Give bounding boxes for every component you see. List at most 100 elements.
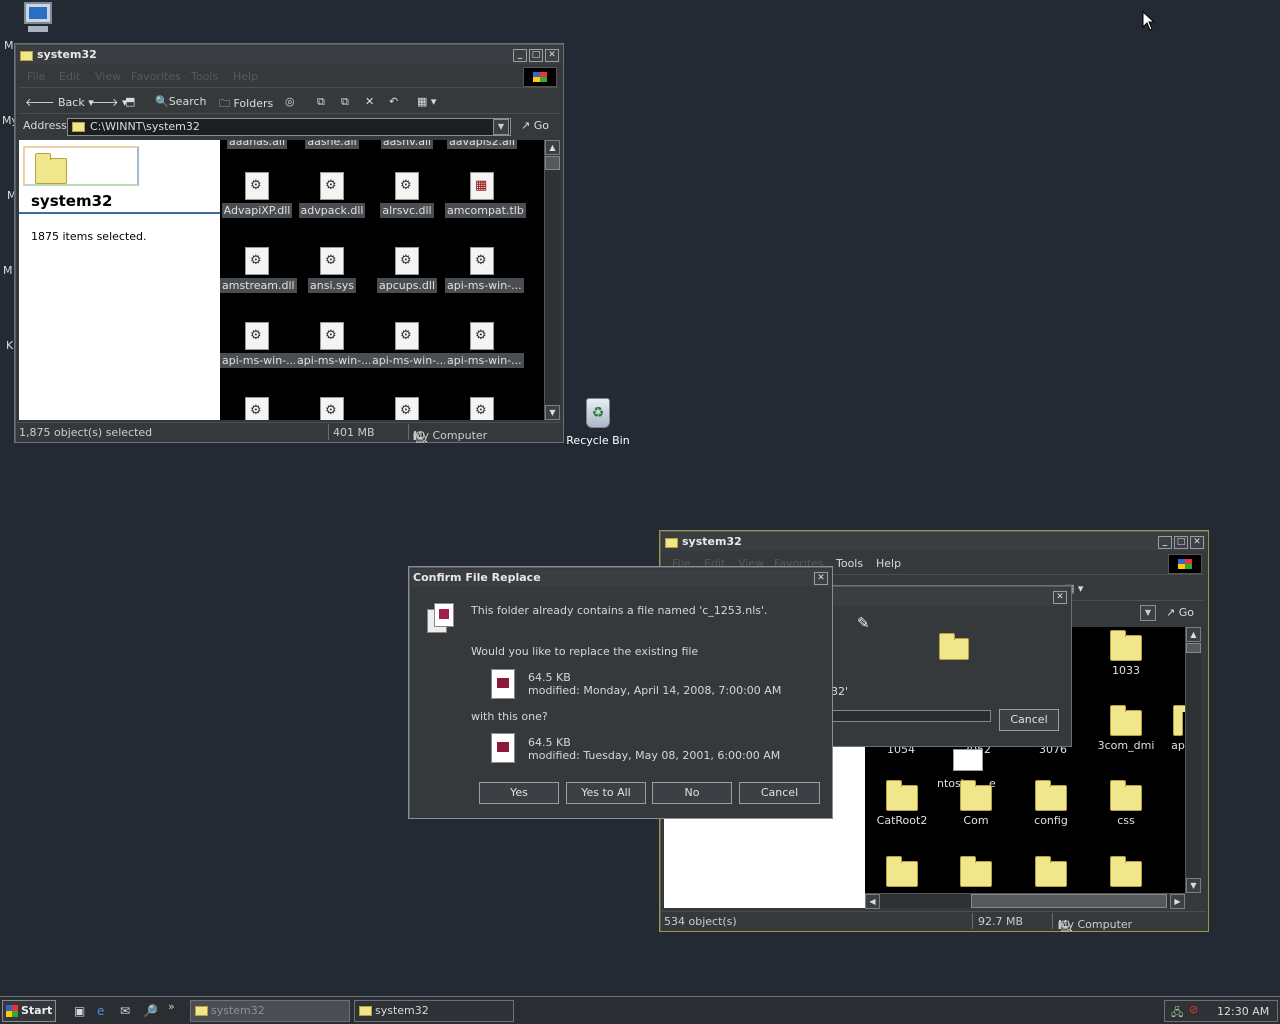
up-folder-button[interactable]: ⬒ <box>125 95 135 108</box>
undo-button[interactable]: ↶ <box>389 95 398 108</box>
file-item[interactable]: alrsvc.dll <box>370 172 444 218</box>
scroll-down-button[interactable]: ▼ <box>1186 878 1201 893</box>
yes-button[interactable]: Yes <box>479 782 559 804</box>
address-dropdown-button[interactable]: ▼ <box>1140 605 1156 621</box>
menu-view[interactable]: View <box>95 70 121 83</box>
folder-icon <box>960 780 992 811</box>
scroll-thumb[interactable] <box>545 156 560 170</box>
scroll-up-button[interactable]: ▲ <box>1186 627 1201 642</box>
outlook-express-icon[interactable]: ✉ <box>120 1004 136 1018</box>
folder-item[interactable] <box>939 856 1013 890</box>
close-button[interactable]: ✕ <box>1190 536 1204 549</box>
file-item[interactable]: api-ms-win-... <box>370 322 449 368</box>
file-item[interactable]: amcompat.tlb <box>445 172 526 218</box>
folder-item[interactable] <box>865 856 939 890</box>
scroll-left-button[interactable]: ◀ <box>865 894 880 909</box>
file-item[interactable]: api-ms-win-... <box>220 322 299 368</box>
window-title-bar[interactable]: system32 _ □ ✕ <box>17 46 561 64</box>
menu-help[interactable]: Help <box>876 557 901 570</box>
folder-item[interactable]: Com <box>939 780 1013 827</box>
network-tray-icon[interactable]: 🖧 <box>1171 1004 1183 1023</box>
folder-icon <box>1035 780 1067 811</box>
file-item[interactable]: api-ms-win-... <box>295 322 374 368</box>
folder-icon <box>72 122 85 132</box>
close-button[interactable]: ✕ <box>1053 591 1067 604</box>
folder-item[interactable] <box>1014 856 1088 890</box>
folder-item[interactable]: 1033 <box>1089 630 1163 677</box>
folder-item[interactable]: ap <box>1163 705 1185 752</box>
folder-item[interactable]: css <box>1089 780 1163 827</box>
cancel-button[interactable]: Cancel <box>739 782 820 804</box>
move-to-button[interactable]: ⧉ <box>317 95 325 109</box>
file-item[interactable] <box>445 397 519 420</box>
my-computer-desktop-icon[interactable] <box>22 2 54 34</box>
scroll-thumb[interactable] <box>1186 643 1201 653</box>
menu-file[interactable]: File <box>27 70 45 83</box>
menu-favorites[interactable]: Favorites <box>131 70 181 83</box>
close-button[interactable]: ✕ <box>814 572 828 585</box>
address-input[interactable]: C:\WINNT\system32 <box>67 118 511 136</box>
file-item[interactable]: AdvapiXP.dll <box>220 172 294 218</box>
menu-tools[interactable]: Tools <box>191 70 218 83</box>
scroll-thumb[interactable] <box>971 894 1167 908</box>
close-button[interactable]: ✕ <box>545 49 559 62</box>
file-list-view[interactable]: aaanas.all aasne.all aasnv.all aavapis2.… <box>220 140 544 420</box>
file-item[interactable] <box>295 397 369 420</box>
yes-to-all-button[interactable]: Yes to All <box>566 782 646 804</box>
show-desktop-icon[interactable]: ▣ <box>74 1004 90 1018</box>
start-button[interactable]: Start <box>2 1000 56 1022</box>
minimize-button[interactable]: _ <box>513 49 527 62</box>
delete-button[interactable]: ✕ <box>365 95 374 108</box>
scroll-up-button[interactable]: ▲ <box>545 140 560 155</box>
file-item[interactable]: advpack.dll <box>295 172 369 218</box>
scroll-down-button[interactable]: ▼ <box>545 405 560 420</box>
history-button[interactable]: ◎ <box>285 95 295 108</box>
folders-button[interactable]: 🗀 Folders <box>219 95 273 114</box>
folder-item[interactable]: 3com_dmi <box>1089 705 1163 752</box>
menu-tools[interactable]: Tools <box>836 557 863 570</box>
folder-item[interactable]: config <box>1014 780 1088 827</box>
explorer-quicklaunch-icon[interactable]: 🔎 <box>143 1004 159 1018</box>
search-button[interactable]: 🔍Search <box>155 95 207 108</box>
recycle-bin-desktop-icon[interactable]: ♻ Recycle Bin <box>566 398 630 452</box>
views-button[interactable]: ▦ ▾ <box>417 95 436 108</box>
file-item[interactable] <box>220 397 294 420</box>
file-item[interactable]: apcups.dll <box>370 247 444 293</box>
existing-file-icon <box>491 669 515 699</box>
minimize-button[interactable]: _ <box>1158 536 1172 549</box>
go-button[interactable]: ↗ Go <box>521 119 549 132</box>
taskbar-item-system32[interactable]: system32 <box>354 1000 514 1022</box>
menu-edit[interactable]: Edit <box>59 70 80 83</box>
vertical-scrollbar[interactable]: ▲ ▼ <box>1185 627 1201 893</box>
internet-explorer-icon[interactable]: e <box>97 1004 113 1018</box>
folder-icon <box>1173 705 1185 736</box>
file-item[interactable]: ansi.sys <box>295 247 369 293</box>
file-item[interactable] <box>370 397 444 420</box>
file-item[interactable] <box>953 749 983 771</box>
taskbar-item-system32-active[interactable]: system32 <box>190 1000 350 1022</box>
menu-help[interactable]: Help <box>233 70 258 83</box>
scroll-right-button[interactable]: ▶ <box>1170 894 1185 909</box>
back-button[interactable]: 🡐 Back ▾ <box>25 95 94 109</box>
antivirus-tray-icon[interactable]: ⊘ <box>1189 1003 1198 1016</box>
maximize-button[interactable]: □ <box>529 49 543 62</box>
file-label-partial: aasne.all <box>305 140 359 149</box>
file-item[interactable]: api-ms-win-... <box>445 247 524 293</box>
forward-button[interactable]: 🡒 ▾ <box>89 95 128 109</box>
quicklaunch-more-icon[interactable]: » <box>168 1000 175 1013</box>
folder-item[interactable] <box>1089 856 1163 890</box>
address-dropdown-button[interactable]: ▼ <box>493 119 509 135</box>
vertical-scrollbar[interactable]: ▲ ▼ <box>544 140 560 420</box>
file-item[interactable]: api-ms-win-... <box>445 322 524 368</box>
horizontal-scrollbar[interactable]: ◀ ▶ <box>865 893 1185 909</box>
folder-item[interactable]: CatRoot2 <box>865 780 939 827</box>
dialog-title-bar[interactable]: ✕ <box>829 588 1069 606</box>
go-button[interactable]: ↗ Go <box>1166 606 1194 619</box>
maximize-button[interactable]: □ <box>1174 536 1188 549</box>
no-button[interactable]: No <box>652 782 732 804</box>
file-item[interactable]: amstream.dll <box>220 247 297 293</box>
cancel-button[interactable]: Cancel <box>999 709 1059 731</box>
window-title-bar[interactable]: system32 _ □ ✕ <box>662 533 1206 551</box>
dialog-title-bar[interactable]: Confirm File Replace ✕ <box>411 569 830 587</box>
copy-to-button[interactable]: ⧉ <box>341 95 349 109</box>
